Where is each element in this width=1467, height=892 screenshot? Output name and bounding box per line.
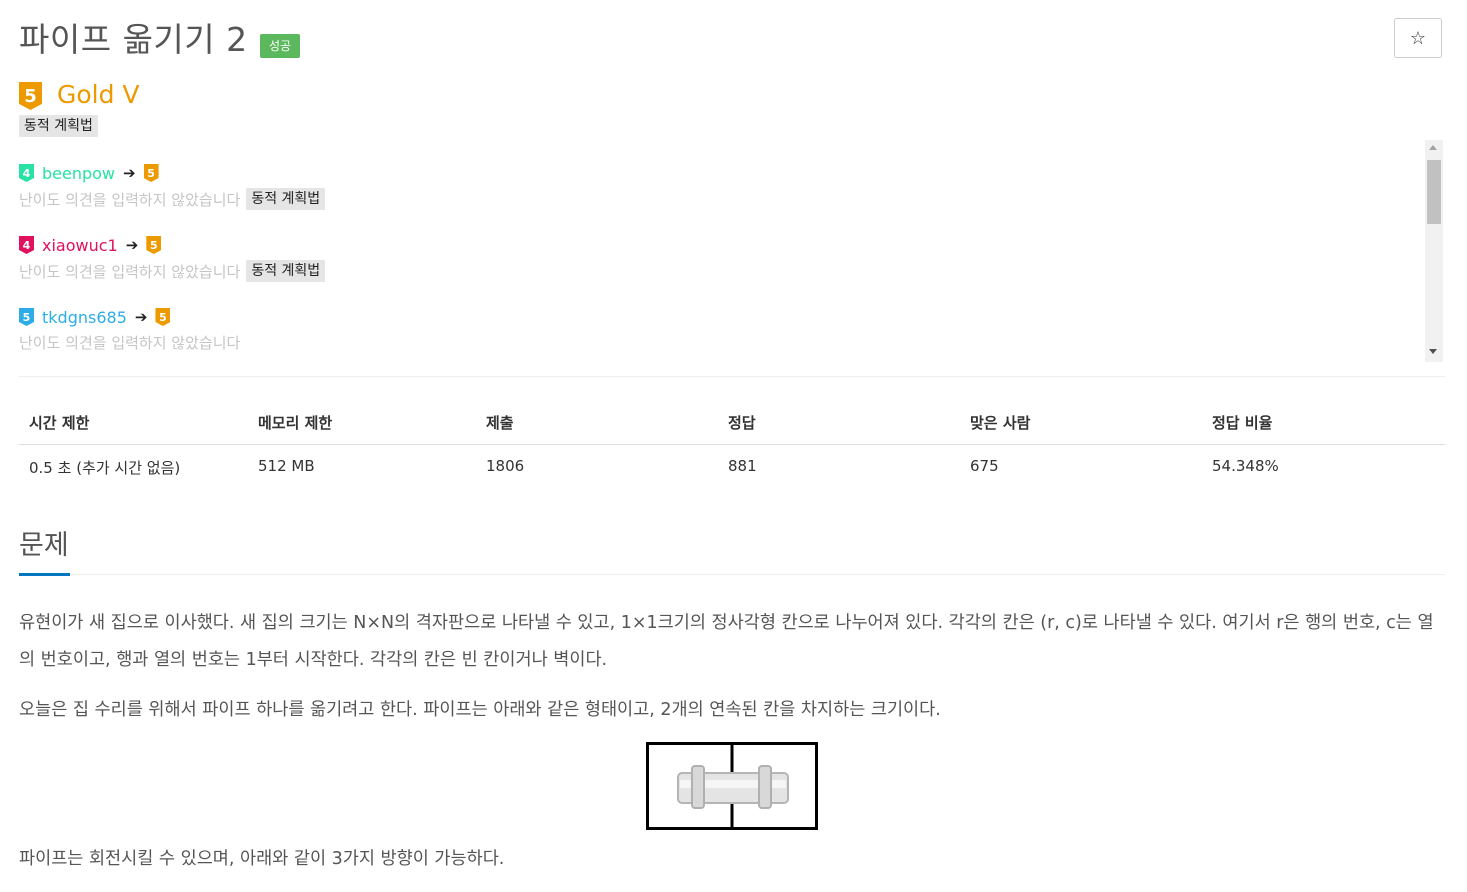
stats-time-limit: 0.5 초 (추가 시간 없음) [29,459,181,477]
tier-name: Gold V [57,80,140,109]
stats-header-submissions: 제출 [486,414,514,432]
favorite-button[interactable]: ☆ [1394,18,1442,58]
problem-paragraph: 파이프는 회전시킬 수 있으며, 아래와 같이 3가지 방향이 가능하다. [19,849,505,869]
stats-header-accepted: 정답 [728,414,756,432]
opinion-username[interactable]: xiaowuc1 [42,236,118,255]
opinion-tag[interactable]: 동적 계획법 [246,260,326,282]
from-tier-icon: 4 [19,236,34,254]
scrollbar-thumb[interactable] [1427,160,1441,224]
stats-solved: 675 [970,457,999,475]
divider [19,376,1445,377]
arrow-icon: ➔ [123,164,136,182]
to-tier-icon: 5 [143,164,159,182]
problem-paragraph: 유현이가 새 집으로 이사했다. 새 집의 크기는 N×N의 격자판으로 나타낼… [19,613,1434,670]
to-tier-icon: 5 [155,308,171,326]
from-tier-icon: 5 [19,308,34,326]
to-tier-icon: 5 [146,236,162,254]
section-divider [19,574,1445,575]
scroll-up-icon[interactable] [1429,145,1437,150]
status-badge: 성공 [260,34,301,58]
opinion-text: 난이도 의견을 입력하지 않았습니다 [19,262,241,281]
difficulty-opinions-list: 4 beenpow ➔ 5 난이도 의견을 입력하지 않았습니다 동적 계획법 … [19,140,1445,362]
opinion-tag[interactable]: 동적 계획법 [246,188,326,210]
section-title-problem: 문제 [19,530,69,561]
arrow-icon: ➔ [134,308,148,326]
star-icon: ☆ [1409,27,1427,49]
stats-header-ratio: 정답 비율 [1212,414,1273,432]
opinion-username[interactable]: beenpow [42,164,115,183]
opinion-item: 4 beenpow ➔ 5 난이도 의견을 입력하지 않았습니다 동적 계획법 [19,162,326,222]
stats-memory-limit: 512 MB [258,457,315,475]
from-tier-icon: 4 [19,164,34,182]
scroll-down-icon[interactable] [1429,349,1437,354]
stats-ratio: 54.348% [1212,457,1279,475]
arrow-icon: ➔ [125,236,139,254]
page-title: 파이프 옮기기 2 [19,20,248,59]
stats-header-memory-limit: 메모리 제한 [258,414,333,432]
algorithm-tag[interactable]: 동적 계획법 [19,115,98,137]
opinion-text: 난이도 의견을 입력하지 않았습니다 [19,190,241,209]
stats-accepted: 881 [728,457,757,475]
tier-icon: 5 [19,82,42,110]
pipe-figure [646,742,818,830]
problem-paragraph: 오늘은 집 수리를 위해서 파이프 하나를 옮기려고 한다. 파이프는 아래와 … [19,700,941,720]
opinion-item: 5 tkdgns685 ➔ 5 난이도 의견을 입력하지 않았습니다 [19,306,240,362]
stats-header-time-limit: 시간 제한 [29,414,90,432]
stats-submissions: 1806 [486,457,525,475]
section-title-underline [19,573,70,576]
opinion-username[interactable]: tkdgns685 [42,308,127,327]
stats-header-solved: 맞은 사람 [970,414,1031,432]
table-header-border [19,444,1445,445]
opinion-item: 4 xiaowuc1 ➔ 5 난이도 의견을 입력하지 않았습니다 동적 계획법 [19,234,326,294]
opinion-text: 난이도 의견을 입력하지 않았습니다 [19,334,241,352]
